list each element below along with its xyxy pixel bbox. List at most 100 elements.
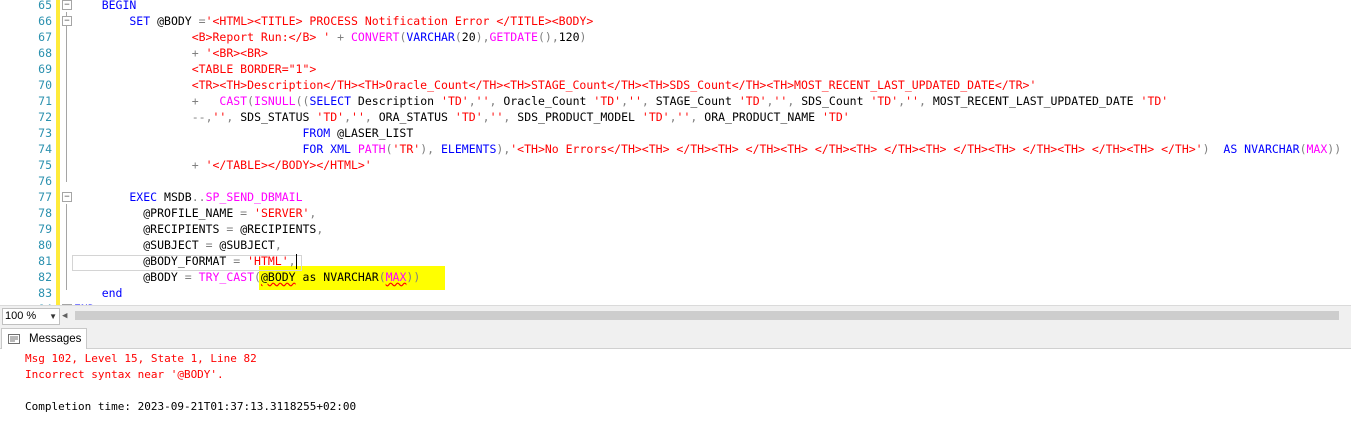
code-token: 'TD' <box>441 94 469 108</box>
code-token: 'TD' <box>316 110 345 124</box>
chevron-down-icon: ▼ <box>49 312 57 321</box>
code-line[interactable]: 71 + CAST(ISNULL((SELECT Description 'TD… <box>0 93 1351 109</box>
zoom-level: 100 % <box>5 310 37 322</box>
messages-icon <box>8 334 20 344</box>
code-token: @RECIPIENTS <box>74 222 227 236</box>
code-line[interactable]: 69 <TABLE BORDER="1"> <box>0 61 1351 77</box>
code-text: BEGIN <box>74 0 137 13</box>
code-line[interactable]: 76 <box>0 173 1351 189</box>
code-line[interactable]: 79 @RECIPIENTS = @RECIPIENTS, <box>0 221 1351 237</box>
error-message: Incorrect syntax near '@BODY'. <box>25 368 224 381</box>
line-number: 70 <box>38 78 52 92</box>
code-line[interactable]: 75 + '</TABLE></BODY></HTML>' <box>0 157 1351 173</box>
collapse-icon[interactable]: − <box>62 0 72 10</box>
code-token: ), <box>496 142 511 156</box>
code-token: ORA_PRODUCT_NAME <box>704 110 822 124</box>
code-token: @BODY <box>157 14 199 28</box>
results-tabbar: Messages <box>0 326 1351 349</box>
code-token: @LASER_LIST <box>337 126 414 140</box>
code-line[interactable]: 68 + '<BR><BR> <box>0 45 1351 61</box>
code-line[interactable]: 82 @BODY = TRY_CAST(@BODY as NVARCHAR(MA… <box>0 269 1351 285</box>
code-token: NVARCHAR <box>1244 142 1300 156</box>
code-text: @PROFILE_NAME = 'SERVER', <box>74 205 316 221</box>
code-text: SET @BODY ='<HTML><TITLE> PROCESS Notifi… <box>74 13 593 29</box>
code-token: '' <box>475 94 490 108</box>
code-token: 'SERVER' <box>254 206 310 220</box>
scroll-left-icon[interactable]: ◀ <box>62 311 67 321</box>
code-token: '' <box>351 110 365 124</box>
code-token: <B>Report Run:</B> ' <box>74 30 331 44</box>
code-token: 'TD' <box>870 94 899 108</box>
line-number: 71 <box>38 94 52 108</box>
line-number: 72 <box>38 110 52 124</box>
code-token: ) <box>579 30 587 44</box>
code-token: ISNULL <box>254 94 296 108</box>
code-text: FROM @LASER_LIST <box>74 125 413 141</box>
code-token: 20 <box>461 30 476 44</box>
code-line[interactable]: 80 @SUBJECT = @SUBJECT, <box>0 237 1351 253</box>
code-token: CAST <box>219 94 248 108</box>
line-number: 79 <box>38 222 52 236</box>
code-token: SET <box>74 14 158 28</box>
code-token: ( <box>254 270 261 284</box>
code-token: @SUBJECT <box>74 238 206 252</box>
code-token: = <box>233 254 248 268</box>
tab-label: Messages <box>29 333 82 345</box>
horizontal-scrollbar[interactable] <box>75 311 1339 320</box>
code-line[interactable]: 70 <TR><TH>Description</TH><TH>Oracle_Co… <box>0 77 1351 93</box>
code-token: = <box>184 270 199 284</box>
code-token: Description <box>357 94 442 108</box>
code-text: --,'', SDS_STATUS 'TD','', ORA_STATUS 'T… <box>74 109 850 125</box>
code-token: 'TD' <box>821 110 850 124</box>
code-token: MAX <box>385 270 407 284</box>
code-token: '' <box>212 110 227 124</box>
code-token: ELEMENTS <box>441 142 497 156</box>
line-number: 74 <box>38 142 52 156</box>
code-token: '<HTML><TITLE> PROCESS Notification Erro… <box>205 14 594 28</box>
code-token: ), <box>475 30 490 44</box>
line-number: 73 <box>38 126 52 140</box>
code-text: + '</TABLE></BODY></HTML>' <box>74 157 372 173</box>
code-token: , <box>274 238 282 252</box>
code-token: ( <box>385 142 393 156</box>
collapse-icon[interactable]: − <box>62 16 72 26</box>
code-line[interactable]: 77− EXEC MSDB..SP_SEND_DBMAIL <box>0 189 1351 205</box>
code-editor[interactable]: 65− BEGIN 66− SET @BODY ='<HTML><TITLE> P… <box>0 0 1351 305</box>
code-token: EXEC <box>74 190 165 204</box>
code-line[interactable]: 72 --,'', SDS_STATUS 'TD','', ORA_STATUS… <box>0 109 1351 125</box>
code-token: + <box>74 158 206 172</box>
code-token: as <box>295 270 324 284</box>
code-line[interactable]: 67 <B>Report Run:</B> ' + CONVERT (VARCHA… <box>0 29 1351 45</box>
line-number: 75 <box>38 158 52 172</box>
code-line[interactable]: 74 FOR XML PATH('TR'), ELEMENTS),'<TH>No… <box>0 141 1351 157</box>
code-token: , <box>918 94 933 108</box>
code-token: PATH <box>357 142 386 156</box>
code-text: FOR XML PATH('TR'), ELEMENTS),'<TH>No Er… <box>74 141 1341 157</box>
code-token: VARCHAR <box>406 30 455 44</box>
zoom-dropdown[interactable]: 100 % ▼ <box>2 308 60 325</box>
code-token: TRY_CAST <box>198 270 255 284</box>
code-token: , <box>621 94 629 108</box>
code-text: @BODY = TRY_CAST(@BODY as NVARCHAR(MAX)) <box>74 269 420 285</box>
line-number: 76 <box>38 174 52 188</box>
status-message: Completion time: 2023-09-21T01:37:13.311… <box>25 400 357 413</box>
code-line[interactable]: 73 FROM @LASER_LIST <box>0 125 1351 141</box>
code-token: ), <box>420 142 441 156</box>
collapse-icon[interactable]: − <box>62 192 72 202</box>
code-token: '<TH>No Errors</TH><TH> </TH><TH> </TH><… <box>510 142 1203 156</box>
code-token: )) <box>1327 142 1342 156</box>
code-line[interactable]: 66− SET @BODY ='<HTML><TITLE> PROCESS No… <box>0 13 1351 29</box>
code-token: <TABLE BORDER="1"> <box>74 62 317 76</box>
code-line[interactable]: 78 @PROFILE_NAME = 'SERVER', <box>0 205 1351 221</box>
code-token: , <box>288 254 296 268</box>
code-token: CONVERT <box>350 30 400 44</box>
line-number: 68 <box>38 46 52 60</box>
code-token: (( <box>295 94 310 108</box>
code-line[interactable]: 65− BEGIN <box>0 0 1351 13</box>
code-line[interactable]: 81 @BODY_FORMAT = 'HTML', <box>0 253 1351 269</box>
code-line[interactable]: 83 end <box>0 285 1351 301</box>
line-number: 65 <box>38 0 52 12</box>
tab-messages[interactable]: Messages <box>1 328 87 349</box>
code-token: '' <box>489 110 504 124</box>
code-token: = <box>226 222 241 236</box>
